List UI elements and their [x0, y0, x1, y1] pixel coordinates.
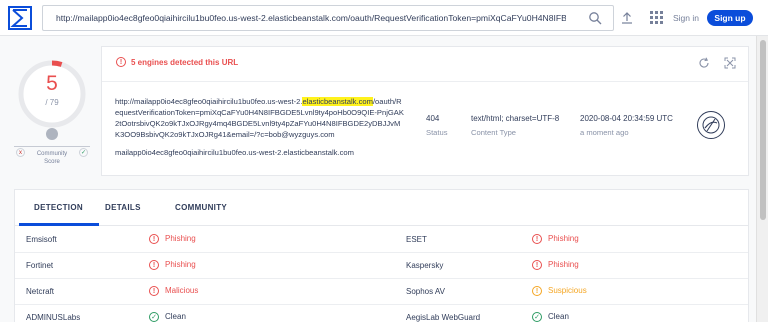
full-url-prefix: http://mailapp0io4ec8gfeo0qiaihircilu1bu…: [115, 97, 303, 106]
search-input[interactable]: http://mailapp0io4ec8gfeo0qiaihircilu1bu…: [42, 5, 614, 31]
results-panel: DETECTION DETAILS COMMUNITY Emsisoft ! Ph…: [14, 189, 749, 322]
apps-grid-icon[interactable]: [650, 11, 663, 24]
detection-row: Emsisoft ! Phishing ESET ! Phishing: [15, 227, 748, 253]
clean-check-icon: ✓: [149, 312, 159, 322]
detection-alert: 5 engines detected this URL: [131, 58, 239, 67]
upload-icon[interactable]: [620, 11, 634, 25]
full-url-domain: elasticbeanstalk.com: [302, 97, 373, 106]
vote-harmless-icon[interactable]: ✓: [79, 148, 88, 157]
sign-up-button[interactable]: Sign up: [707, 10, 753, 26]
engine-result: ! Phishing: [149, 260, 196, 270]
engine-name: Fortinet: [26, 261, 54, 270]
url-category-icon: [696, 110, 726, 140]
engine-result: ! Phishing: [532, 260, 579, 270]
search-input-value[interactable]: http://mailapp0io4ec8gfeo0qiaihircilu1bu…: [56, 13, 566, 23]
malicious-icon: !: [149, 260, 159, 270]
scrollbar[interactable]: [756, 36, 768, 322]
malicious-icon: !: [532, 260, 542, 270]
engine-result: ! Phishing: [532, 234, 579, 244]
community-score-label: Community Score: [26, 150, 78, 166]
engine-result: ! Suspicious: [532, 286, 587, 296]
engine-name: Sophos AV: [406, 287, 445, 296]
engine-result-label: Malicious: [165, 286, 199, 296]
detection-count: 5: [46, 72, 58, 95]
community-score-bar: [14, 146, 90, 147]
community-score-marker: [46, 128, 58, 140]
analysis-date: 2020-08-04 20:34:59 UTC: [580, 114, 673, 123]
detection-row: Netcraft ! Malicious Sophos AV ! Suspiciou…: [15, 279, 748, 305]
engine-result-label: Clean: [548, 312, 569, 322]
hostname[interactable]: mailapp0io4ec8gfeo0qiaihircilu1bu0feo.us…: [115, 148, 354, 157]
detection-row: ADMINUSLabs ✓ Clean AegisLab WebGuard ✓ Cl…: [15, 305, 748, 322]
vote-harmful-icon[interactable]: x: [16, 148, 25, 157]
engine-name: Emsisoft: [26, 235, 57, 244]
engine-name: ESET: [406, 235, 427, 244]
engine-result-label: Suspicious: [548, 286, 587, 296]
content-type-value: text/html; charset=UTF-8: [471, 114, 560, 123]
engine-name: AegisLab WebGuard: [406, 313, 481, 322]
engines-total: / 79: [45, 98, 59, 107]
virustotal-logo-icon[interactable]: [8, 6, 32, 30]
content-type-label: Content Type: [471, 128, 517, 137]
malicious-icon: !: [149, 286, 159, 296]
clean-check-icon: ✓: [532, 312, 542, 322]
top-bar: http://mailapp0io4ec8gfeo0qiaihircilu1bu…: [0, 0, 768, 36]
detection-row: Fortinet ! Phishing Kaspersky ! Phishing: [15, 253, 748, 279]
tab-detection[interactable]: DETECTION: [34, 203, 83, 212]
analysis-relative-time: a moment ago: [580, 128, 629, 137]
card-divider: [102, 81, 748, 82]
status-value: 404: [426, 114, 440, 123]
malicious-icon: !: [149, 234, 159, 244]
active-tab-indicator: [19, 223, 99, 226]
scrollbar-thumb[interactable]: [760, 40, 766, 220]
url-summary-card: ! 5 engines detected this URL http://mai…: [101, 46, 749, 176]
engine-result-label: Phishing: [548, 260, 579, 270]
engine-result: ✓ Clean: [149, 312, 186, 322]
engine-result-label: Phishing: [165, 234, 196, 244]
results-tabs: DETECTION DETAILS COMMUNITY: [15, 190, 748, 226]
community-score-label-line2: Score: [44, 159, 60, 165]
full-url: http://mailapp0io4ec8gfeo0qiaihircilu1bu…: [115, 96, 405, 140]
status-label: Status: [426, 128, 448, 137]
engine-name: Kaspersky: [406, 261, 444, 270]
engine-result-label: Phishing: [165, 260, 196, 270]
alert-icon: !: [116, 57, 126, 67]
engine-result-label: Clean: [165, 312, 186, 322]
suspicious-icon: !: [532, 286, 542, 296]
engine-name: Netcraft: [26, 287, 55, 296]
engine-result-label: Phishing: [548, 234, 579, 244]
search-icon[interactable]: [588, 11, 602, 25]
engine-result: ! Malicious: [149, 286, 198, 296]
expand-icon[interactable]: [724, 57, 736, 69]
community-score-label-line1: Community: [36, 151, 68, 157]
detection-score-gauge: 5 / 79: [16, 58, 88, 130]
sign-in-link[interactable]: Sign in: [673, 13, 699, 23]
reanalyze-icon[interactable]: [698, 57, 710, 69]
engine-result: ✓ Clean: [532, 312, 569, 322]
engine-result: ! Phishing: [149, 234, 196, 244]
malicious-icon: !: [532, 234, 542, 244]
engine-name: ADMINUSLabs: [26, 313, 81, 322]
tab-details[interactable]: DETAILS: [105, 203, 141, 212]
tab-community[interactable]: COMMUNITY: [175, 203, 227, 212]
